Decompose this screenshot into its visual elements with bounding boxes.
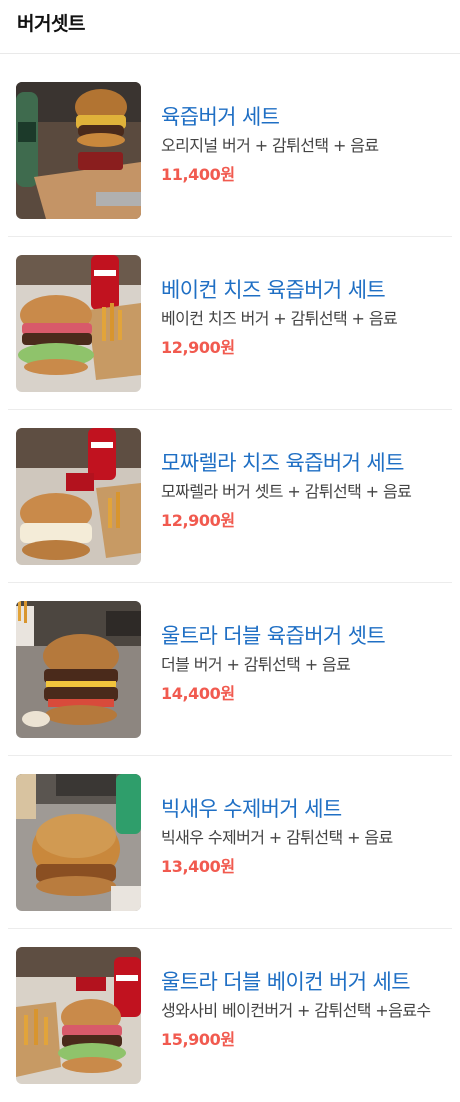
item-price: 11,400원 — [161, 165, 235, 184]
menu-list: 육즙버거 세트 오리지널 버거 + 감튀선택 + 음료 11,400원 베이컨 … — [0, 54, 460, 1102]
double-burger-set-photo — [16, 601, 141, 738]
item-description: 생와사비 베이컨버거 + 감튀선택 +음료수 — [161, 1001, 431, 1020]
item-name: 빅새우 수제버거 세트 — [161, 797, 342, 821]
item-name: 모짜렐라 치즈 육즙버거 세트 — [161, 451, 404, 475]
item-price: 12,900원 — [161, 511, 235, 530]
item-name: 육즙버거 세트 — [161, 105, 280, 129]
item-name: 울트라 더블 육즙버거 셋트 — [161, 624, 386, 648]
item-name: 울트라 더블 베이컨 버거 세트 — [161, 970, 411, 994]
item-description: 베이컨 치즈 버거 + 감튀선택 + 음료 — [161, 309, 398, 328]
shrimp-burger-set-photo — [16, 774, 141, 911]
menu-item[interactable]: 베이컨 치즈 육즙버거 세트 베이컨 치즈 버거 + 감튀선택 + 음료 12,… — [8, 237, 452, 410]
item-price: 15,900원 — [161, 1030, 235, 1049]
menu-item[interactable]: 육즙버거 세트 오리지널 버거 + 감튀선택 + 음료 11,400원 — [8, 54, 452, 237]
item-price: 14,400원 — [161, 684, 235, 703]
item-price: 12,900원 — [161, 338, 235, 357]
item-description: 모짜렐라 버거 셋트 + 감튀선택 + 음료 — [161, 482, 412, 501]
item-description: 빅새우 수제버거 + 감튀선택 + 음료 — [161, 828, 393, 847]
item-price: 13,400원 — [161, 857, 235, 876]
ultra-bacon-burger-set-photo — [16, 947, 141, 1084]
burger-set-photo — [16, 82, 141, 219]
page-title: 버거셋트 — [17, 13, 85, 35]
menu-item[interactable]: 빅새우 수제버거 세트 빅새우 수제버거 + 감튀선택 + 음료 13,400원 — [8, 756, 452, 929]
item-description: 더블 버거 + 감튀선택 + 음료 — [161, 655, 351, 674]
page-header: 버거셋트 — [0, 0, 460, 54]
item-name: 베이컨 치즈 육즙버거 세트 — [161, 278, 386, 302]
menu-item[interactable]: 울트라 더블 베이컨 버거 세트 생와사비 베이컨버거 + 감튀선택 +음료수 … — [8, 929, 452, 1102]
bacon-burger-set-photo — [16, 255, 141, 392]
mozzarella-burger-set-photo — [16, 428, 141, 565]
menu-item[interactable]: 모짜렐라 치즈 육즙버거 세트 모짜렐라 버거 셋트 + 감튀선택 + 음료 1… — [8, 410, 452, 583]
menu-item[interactable]: 울트라 더블 육즙버거 셋트 더블 버거 + 감튀선택 + 음료 14,400원 — [8, 583, 452, 756]
item-description: 오리지널 버거 + 감튀선택 + 음료 — [161, 136, 379, 155]
